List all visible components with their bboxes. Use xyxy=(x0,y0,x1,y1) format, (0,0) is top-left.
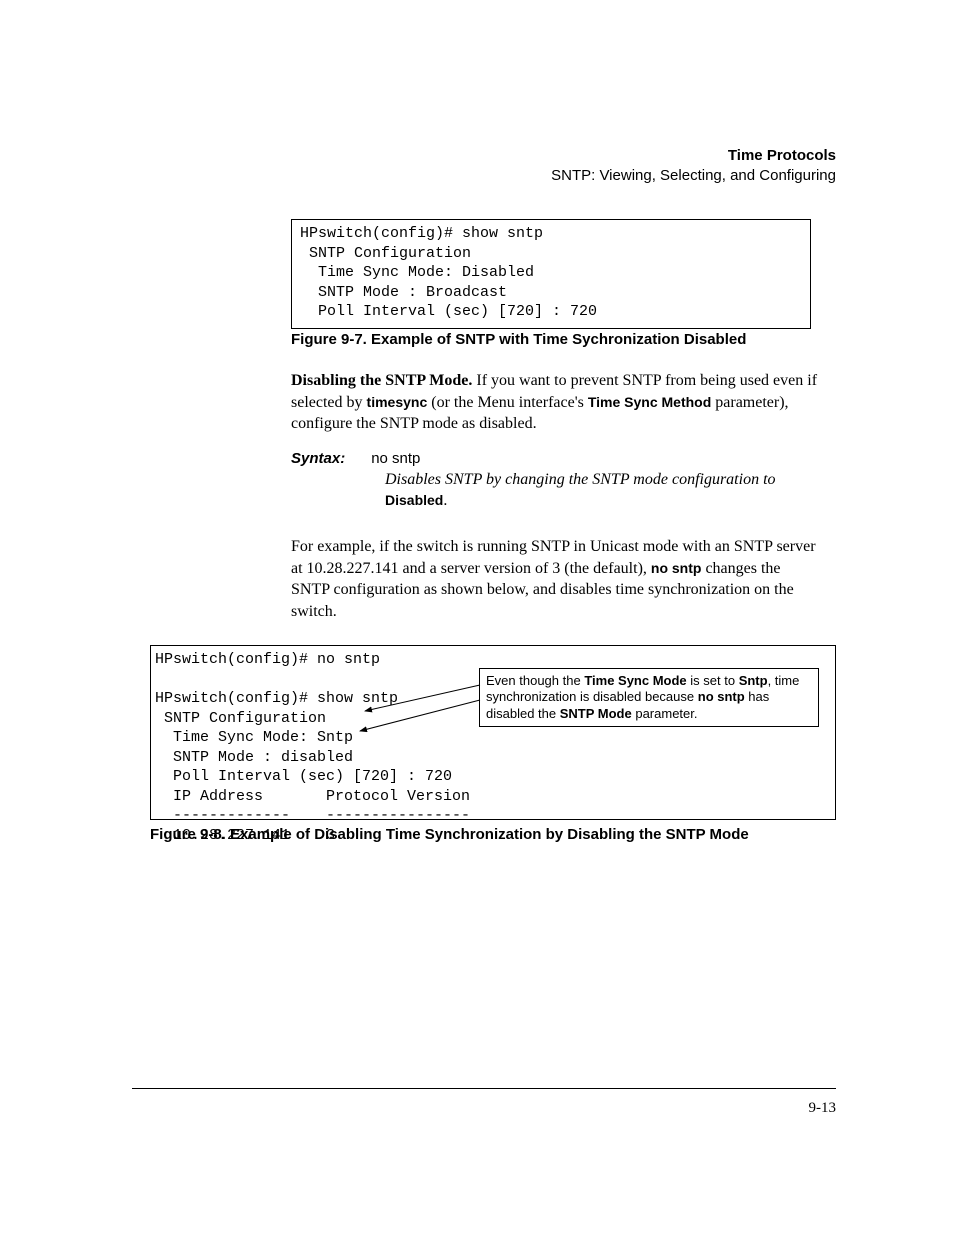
syntax-block: Syntax: no sntp Disables SNTP by changin… xyxy=(291,450,821,512)
inline-time-sync-method: Time Sync Method xyxy=(588,394,711,410)
figure-caption-1: Figure 9-7. Example of SNTP with Time Sy… xyxy=(291,331,746,348)
ann-h: SNTP Mode xyxy=(560,706,632,721)
header-subtitle: SNTP: Viewing, Selecting, and Configurin… xyxy=(551,166,836,186)
page: Time Protocols SNTP: Viewing, Selecting,… xyxy=(0,0,954,1235)
syntax-desc-a: Disables SNTP by changing the SNTP mode … xyxy=(385,471,776,488)
syntax-desc-c: . xyxy=(443,492,447,509)
ann-d: Sntp xyxy=(739,673,768,688)
ann-c: is set to xyxy=(687,673,739,688)
para1-b: (or the Menu interface's xyxy=(427,394,588,411)
page-header: Time Protocols SNTP: Viewing, Selecting,… xyxy=(551,146,836,187)
ann-i: parameter. xyxy=(632,706,698,721)
para1-lead: Disabling the SNTP Mode. xyxy=(291,372,472,389)
figure-caption-2: Figure 9-8. Example of Disabling Time Sy… xyxy=(150,826,749,843)
inline-no-sntp: no sntp xyxy=(651,560,702,576)
paragraph-disabling-sntp: Disabling the SNTP Mode. If you want to … xyxy=(291,370,821,435)
code-block-1: HPswitch(config)# show sntp SNTP Configu… xyxy=(291,219,811,329)
syntax-command: no sntp xyxy=(371,450,420,467)
ann-a: Even though the xyxy=(486,673,584,688)
inline-timesync: timesync xyxy=(367,394,428,410)
page-number: 9-13 xyxy=(809,1100,837,1117)
paragraph-example: For example, if the switch is running SN… xyxy=(291,536,821,622)
ann-b: Time Sync Mode xyxy=(584,673,686,688)
syntax-description: Disables SNTP by changing the SNTP mode … xyxy=(385,470,821,512)
syntax-desc-disabled: Disabled xyxy=(385,492,443,508)
footer-rule xyxy=(132,1088,836,1089)
ann-f: no sntp xyxy=(698,689,745,704)
syntax-label: Syntax: xyxy=(291,450,345,467)
header-title: Time Protocols xyxy=(551,146,836,166)
annotation-callout: Even though the Time Sync Mode is set to… xyxy=(479,668,819,727)
